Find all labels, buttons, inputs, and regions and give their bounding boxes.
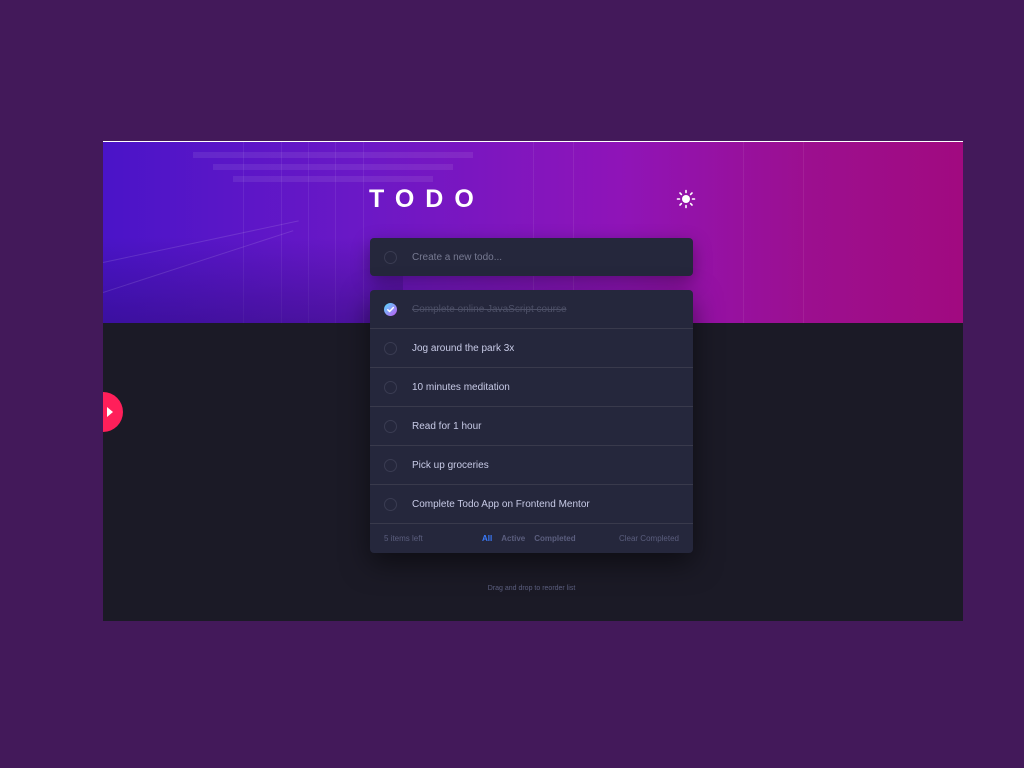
sun-icon xyxy=(676,189,696,209)
todo-checkbox[interactable] xyxy=(384,497,397,511)
todo-list: Complete online JavaScript course Jog ar… xyxy=(370,290,693,553)
todo-checkbox[interactable] xyxy=(384,419,397,433)
todo-text: 10 minutes meditation xyxy=(412,381,510,393)
todo-checkbox[interactable] xyxy=(384,341,397,355)
todo-text: Complete Todo App on Frontend Mentor xyxy=(412,498,590,510)
clear-completed-button[interactable]: Clear Completed xyxy=(619,534,679,543)
todo-checkbox[interactable] xyxy=(384,458,397,472)
new-todo-bar xyxy=(370,238,693,276)
drag-hint: Drag and drop to reorder list xyxy=(487,585,576,592)
filter-completed-button[interactable]: Completed xyxy=(534,534,575,543)
todo-item[interactable]: Read for 1 hour xyxy=(370,407,693,446)
app-title: TODO xyxy=(369,185,485,213)
new-todo-input[interactable] xyxy=(412,251,672,263)
todo-item[interactable]: Complete online JavaScript course xyxy=(370,290,693,329)
chevron-right-icon xyxy=(107,407,113,417)
todo-text: Read for 1 hour xyxy=(412,420,482,432)
check-icon xyxy=(387,306,395,312)
todo-checkbox[interactable] xyxy=(384,302,397,316)
filter-all-button[interactable]: All xyxy=(482,534,492,543)
todo-item[interactable]: 10 minutes meditation xyxy=(370,368,693,407)
new-todo-checkbox[interactable] xyxy=(384,250,397,264)
theme-toggle-button[interactable] xyxy=(676,189,696,209)
list-footer: 5 items left All Active Completed Clear … xyxy=(370,524,693,553)
filter-group: All Active Completed xyxy=(482,534,576,543)
todo-text: Jog around the park 3x xyxy=(412,342,515,354)
todo-item[interactable]: Pick up groceries xyxy=(370,446,693,485)
filter-active-button[interactable]: Active xyxy=(501,534,525,543)
todo-item[interactable]: Jog around the park 3x xyxy=(370,329,693,368)
items-left-count: 5 items left xyxy=(384,534,423,543)
app-frame: TODO Create a new todo... Complete onlin… xyxy=(103,141,963,621)
todo-item[interactable]: Complete Todo App on Frontend Mentor xyxy=(370,485,693,524)
todo-text: Pick up groceries xyxy=(412,459,489,471)
todo-checkbox[interactable] xyxy=(384,380,397,394)
todo-text: Complete online JavaScript course xyxy=(412,303,567,315)
